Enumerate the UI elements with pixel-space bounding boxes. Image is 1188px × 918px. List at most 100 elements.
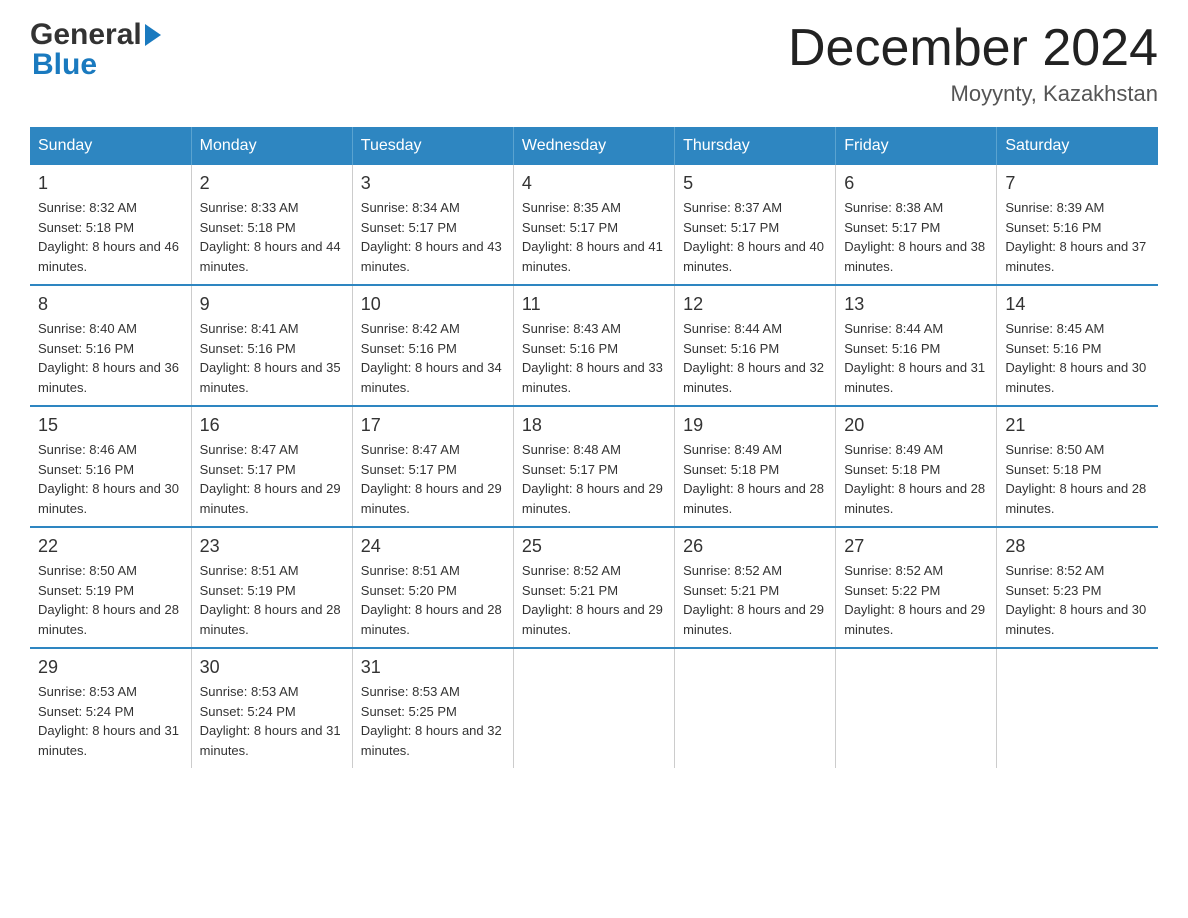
day-number: 26 bbox=[683, 536, 827, 557]
day-number: 7 bbox=[1005, 173, 1150, 194]
day-number: 30 bbox=[200, 657, 344, 678]
calendar-cell: 6 Sunrise: 8:38 AMSunset: 5:17 PMDaylight… bbox=[836, 165, 997, 285]
day-info: Sunrise: 8:35 AMSunset: 5:17 PMDaylight:… bbox=[522, 198, 666, 276]
calendar-week-4: 22Sunrise: 8:50 AMSunset: 5:19 PMDayligh… bbox=[30, 527, 1158, 648]
calendar-cell bbox=[836, 648, 997, 768]
calendar-cell: 17 Sunrise: 8:47 AMSunset: 5:17 PMDayligh… bbox=[352, 406, 513, 527]
calendar-cell: 22Sunrise: 8:50 AMSunset: 5:19 PMDayligh… bbox=[30, 527, 191, 648]
calendar-cell: 14 Sunrise: 8:45 AMSunset: 5:16 PMDayligh… bbox=[997, 285, 1158, 406]
day-info: Sunrise: 8:37 AMSunset: 5:17 PMDaylight:… bbox=[683, 198, 827, 276]
day-info: Sunrise: 8:44 AMSunset: 5:16 PMDaylight:… bbox=[844, 319, 988, 397]
day-info: Sunrise: 8:39 AMSunset: 5:16 PMDaylight:… bbox=[1005, 198, 1150, 276]
calendar-cell: 1Sunrise: 8:32 AMSunset: 5:18 PMDaylight… bbox=[30, 165, 191, 285]
day-number: 27 bbox=[844, 536, 988, 557]
logo-arrow-icon bbox=[145, 24, 161, 46]
day-number: 14 bbox=[1005, 294, 1150, 315]
day-number: 10 bbox=[361, 294, 505, 315]
calendar-cell bbox=[675, 648, 836, 768]
day-info: Sunrise: 8:51 AMSunset: 5:20 PMDaylight:… bbox=[361, 561, 505, 639]
logo: General Blue bbox=[30, 20, 161, 80]
day-number: 17 bbox=[361, 415, 505, 436]
calendar-cell: 16Sunrise: 8:47 AMSunset: 5:17 PMDayligh… bbox=[191, 406, 352, 527]
calendar-cell: 13 Sunrise: 8:44 AMSunset: 5:16 PMDayligh… bbox=[836, 285, 997, 406]
day-info: Sunrise: 8:38 AMSunset: 5:17 PMDaylight:… bbox=[844, 198, 988, 276]
day-number: 29 bbox=[38, 657, 183, 678]
day-number: 31 bbox=[361, 657, 505, 678]
month-title: December 2024 bbox=[788, 20, 1158, 77]
calendar-cell: 12Sunrise: 8:44 AMSunset: 5:16 PMDayligh… bbox=[675, 285, 836, 406]
day-number: 28 bbox=[1005, 536, 1150, 557]
calendar-cell: 7 Sunrise: 8:39 AMSunset: 5:16 PMDaylight… bbox=[997, 165, 1158, 285]
day-number: 24 bbox=[361, 536, 505, 557]
day-info: Sunrise: 8:44 AMSunset: 5:16 PMDaylight:… bbox=[683, 319, 827, 397]
day-number: 22 bbox=[38, 536, 183, 557]
calendar-cell bbox=[513, 648, 674, 768]
day-info: Sunrise: 8:52 AMSunset: 5:22 PMDaylight:… bbox=[844, 561, 988, 639]
day-info: Sunrise: 8:53 AMSunset: 5:24 PMDaylight:… bbox=[200, 682, 344, 760]
header-sunday: Sunday bbox=[30, 127, 191, 165]
day-number: 25 bbox=[522, 536, 666, 557]
header-tuesday: Tuesday bbox=[352, 127, 513, 165]
day-number: 3 bbox=[361, 173, 505, 194]
page-header: General Blue December 2024 Moyynty, Kaza… bbox=[30, 20, 1158, 107]
header-saturday: Saturday bbox=[997, 127, 1158, 165]
calendar-cell: 19 Sunrise: 8:49 AMSunset: 5:18 PMDayligh… bbox=[675, 406, 836, 527]
day-number: 6 bbox=[844, 173, 988, 194]
header-friday: Friday bbox=[836, 127, 997, 165]
day-number: 19 bbox=[683, 415, 827, 436]
calendar-cell: 3 Sunrise: 8:34 AMSunset: 5:17 PMDaylight… bbox=[352, 165, 513, 285]
day-number: 23 bbox=[200, 536, 344, 557]
calendar-cell: 10 Sunrise: 8:42 AMSunset: 5:16 PMDayligh… bbox=[352, 285, 513, 406]
day-info: Sunrise: 8:47 AMSunset: 5:17 PMDaylight:… bbox=[361, 440, 505, 518]
calendar-cell: 27 Sunrise: 8:52 AMSunset: 5:22 PMDayligh… bbox=[836, 527, 997, 648]
day-number: 13 bbox=[844, 294, 988, 315]
day-number: 11 bbox=[522, 294, 666, 315]
calendar-cell: 15Sunrise: 8:46 AMSunset: 5:16 PMDayligh… bbox=[30, 406, 191, 527]
day-number: 21 bbox=[1005, 415, 1150, 436]
day-info: Sunrise: 8:49 AMSunset: 5:18 PMDaylight:… bbox=[844, 440, 988, 518]
day-number: 1 bbox=[38, 173, 183, 194]
calendar-cell: 2 Sunrise: 8:33 AMSunset: 5:18 PMDaylight… bbox=[191, 165, 352, 285]
calendar-cell: 25 Sunrise: 8:52 AMSunset: 5:21 PMDayligh… bbox=[513, 527, 674, 648]
calendar-cell: 20 Sunrise: 8:49 AMSunset: 5:18 PMDayligh… bbox=[836, 406, 997, 527]
calendar-cell: 23Sunrise: 8:51 AMSunset: 5:19 PMDayligh… bbox=[191, 527, 352, 648]
logo-general-text: General bbox=[30, 20, 142, 50]
calendar-table: SundayMondayTuesdayWednesdayThursdayFrid… bbox=[30, 127, 1158, 768]
day-number: 5 bbox=[683, 173, 827, 194]
day-info: Sunrise: 8:33 AMSunset: 5:18 PMDaylight:… bbox=[200, 198, 344, 276]
day-info: Sunrise: 8:34 AMSunset: 5:17 PMDaylight:… bbox=[361, 198, 505, 276]
calendar-cell: 29 Sunrise: 8:53 AMSunset: 5:24 PMDayligh… bbox=[30, 648, 191, 768]
header-wednesday: Wednesday bbox=[513, 127, 674, 165]
calendar-cell: 9 Sunrise: 8:41 AMSunset: 5:16 PMDaylight… bbox=[191, 285, 352, 406]
day-number: 9 bbox=[200, 294, 344, 315]
day-info: Sunrise: 8:45 AMSunset: 5:16 PMDaylight:… bbox=[1005, 319, 1150, 397]
calendar-cell: 28 Sunrise: 8:52 AMSunset: 5:23 PMDayligh… bbox=[997, 527, 1158, 648]
day-info: Sunrise: 8:52 AMSunset: 5:21 PMDaylight:… bbox=[683, 561, 827, 639]
day-info: Sunrise: 8:41 AMSunset: 5:16 PMDaylight:… bbox=[200, 319, 344, 397]
day-info: Sunrise: 8:49 AMSunset: 5:18 PMDaylight:… bbox=[683, 440, 827, 518]
calendar-week-1: 1Sunrise: 8:32 AMSunset: 5:18 PMDaylight… bbox=[30, 165, 1158, 285]
day-info: Sunrise: 8:53 AMSunset: 5:24 PMDaylight:… bbox=[38, 682, 183, 760]
calendar-week-2: 8Sunrise: 8:40 AMSunset: 5:16 PMDaylight… bbox=[30, 285, 1158, 406]
calendar-cell: 11 Sunrise: 8:43 AMSunset: 5:16 PMDayligh… bbox=[513, 285, 674, 406]
calendar-cell: 30 Sunrise: 8:53 AMSunset: 5:24 PMDayligh… bbox=[191, 648, 352, 768]
title-section: December 2024 Moyynty, Kazakhstan bbox=[788, 20, 1158, 107]
day-info: Sunrise: 8:52 AMSunset: 5:23 PMDaylight:… bbox=[1005, 561, 1150, 639]
day-info: Sunrise: 8:53 AMSunset: 5:25 PMDaylight:… bbox=[361, 682, 505, 760]
day-number: 2 bbox=[200, 173, 344, 194]
day-info: Sunrise: 8:52 AMSunset: 5:21 PMDaylight:… bbox=[522, 561, 666, 639]
day-number: 20 bbox=[844, 415, 988, 436]
day-info: Sunrise: 8:46 AMSunset: 5:16 PMDaylight:… bbox=[38, 440, 183, 518]
day-info: Sunrise: 8:43 AMSunset: 5:16 PMDaylight:… bbox=[522, 319, 666, 397]
day-number: 18 bbox=[522, 415, 666, 436]
day-info: Sunrise: 8:50 AMSunset: 5:18 PMDaylight:… bbox=[1005, 440, 1150, 518]
day-info: Sunrise: 8:48 AMSunset: 5:17 PMDaylight:… bbox=[522, 440, 666, 518]
calendar-cell: 5 Sunrise: 8:37 AMSunset: 5:17 PMDaylight… bbox=[675, 165, 836, 285]
calendar-cell: 8Sunrise: 8:40 AMSunset: 5:16 PMDaylight… bbox=[30, 285, 191, 406]
calendar-cell: 26 Sunrise: 8:52 AMSunset: 5:21 PMDayligh… bbox=[675, 527, 836, 648]
day-number: 4 bbox=[522, 173, 666, 194]
day-info: Sunrise: 8:42 AMSunset: 5:16 PMDaylight:… bbox=[361, 319, 505, 397]
calendar-cell: 24 Sunrise: 8:51 AMSunset: 5:20 PMDayligh… bbox=[352, 527, 513, 648]
calendar-cell: 31 Sunrise: 8:53 AMSunset: 5:25 PMDayligh… bbox=[352, 648, 513, 768]
header-thursday: Thursday bbox=[675, 127, 836, 165]
